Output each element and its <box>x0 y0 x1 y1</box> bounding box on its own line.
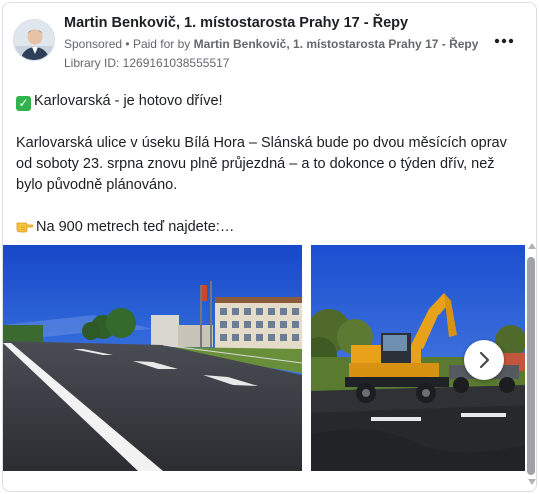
road-photo[interactable] <box>3 245 302 471</box>
scroll-down-arrow-icon[interactable] <box>528 479 536 485</box>
scrollbar-thumb[interactable] <box>527 257 535 475</box>
carousel-next-button[interactable] <box>464 340 504 380</box>
post-text: ✓ Karlovarská - je hotovo dříve! Karlovar… <box>16 91 516 238</box>
image-carousel[interactable] <box>3 245 525 471</box>
more-options-icon[interactable] <box>494 35 514 51</box>
scroll-up-arrow-icon[interactable] <box>528 243 536 249</box>
vertical-scrollbar[interactable] <box>526 243 536 487</box>
paid-for-prefix: Paid for by <box>132 37 191 51</box>
pointing-hand-icon <box>16 218 34 233</box>
body-paragraph: Karlovarská ulice v úseku Bílá Hora – Sl… <box>16 135 507 193</box>
author-name[interactable]: Martin Benkovič, 1. místostarosta Prahy … <box>64 15 408 31</box>
avatar[interactable] <box>13 19 55 61</box>
headline-line: ✓ Karlovarská - je hotovo dříve! <box>16 91 516 112</box>
sponsored-label: Sponsored <box>64 37 123 51</box>
meta-separator: • <box>125 37 130 51</box>
chevron-right-icon <box>479 351 490 369</box>
library-id: Library ID: 1269161038555517 <box>64 56 230 70</box>
teaser-text: Na 900 metrech teď najdete:… <box>36 219 235 235</box>
teaser-line: Na 900 metrech teď najdete:… <box>16 217 516 238</box>
paid-for-by-name[interactable]: Martin Benkovič, 1. místostarosta Prahy … <box>194 37 479 51</box>
check-mark-icon: ✓ <box>16 96 31 111</box>
ad-card: Martin Benkovič, 1. místostarosta Prahy … <box>2 2 537 492</box>
sponsorship-line: Sponsored • Paid for by Martin Benkovič,… <box>64 37 478 51</box>
post-header: Martin Benkovič, 1. místostarosta Prahy … <box>13 13 526 73</box>
headline: Karlovarská - je hotovo dříve! <box>34 93 223 109</box>
